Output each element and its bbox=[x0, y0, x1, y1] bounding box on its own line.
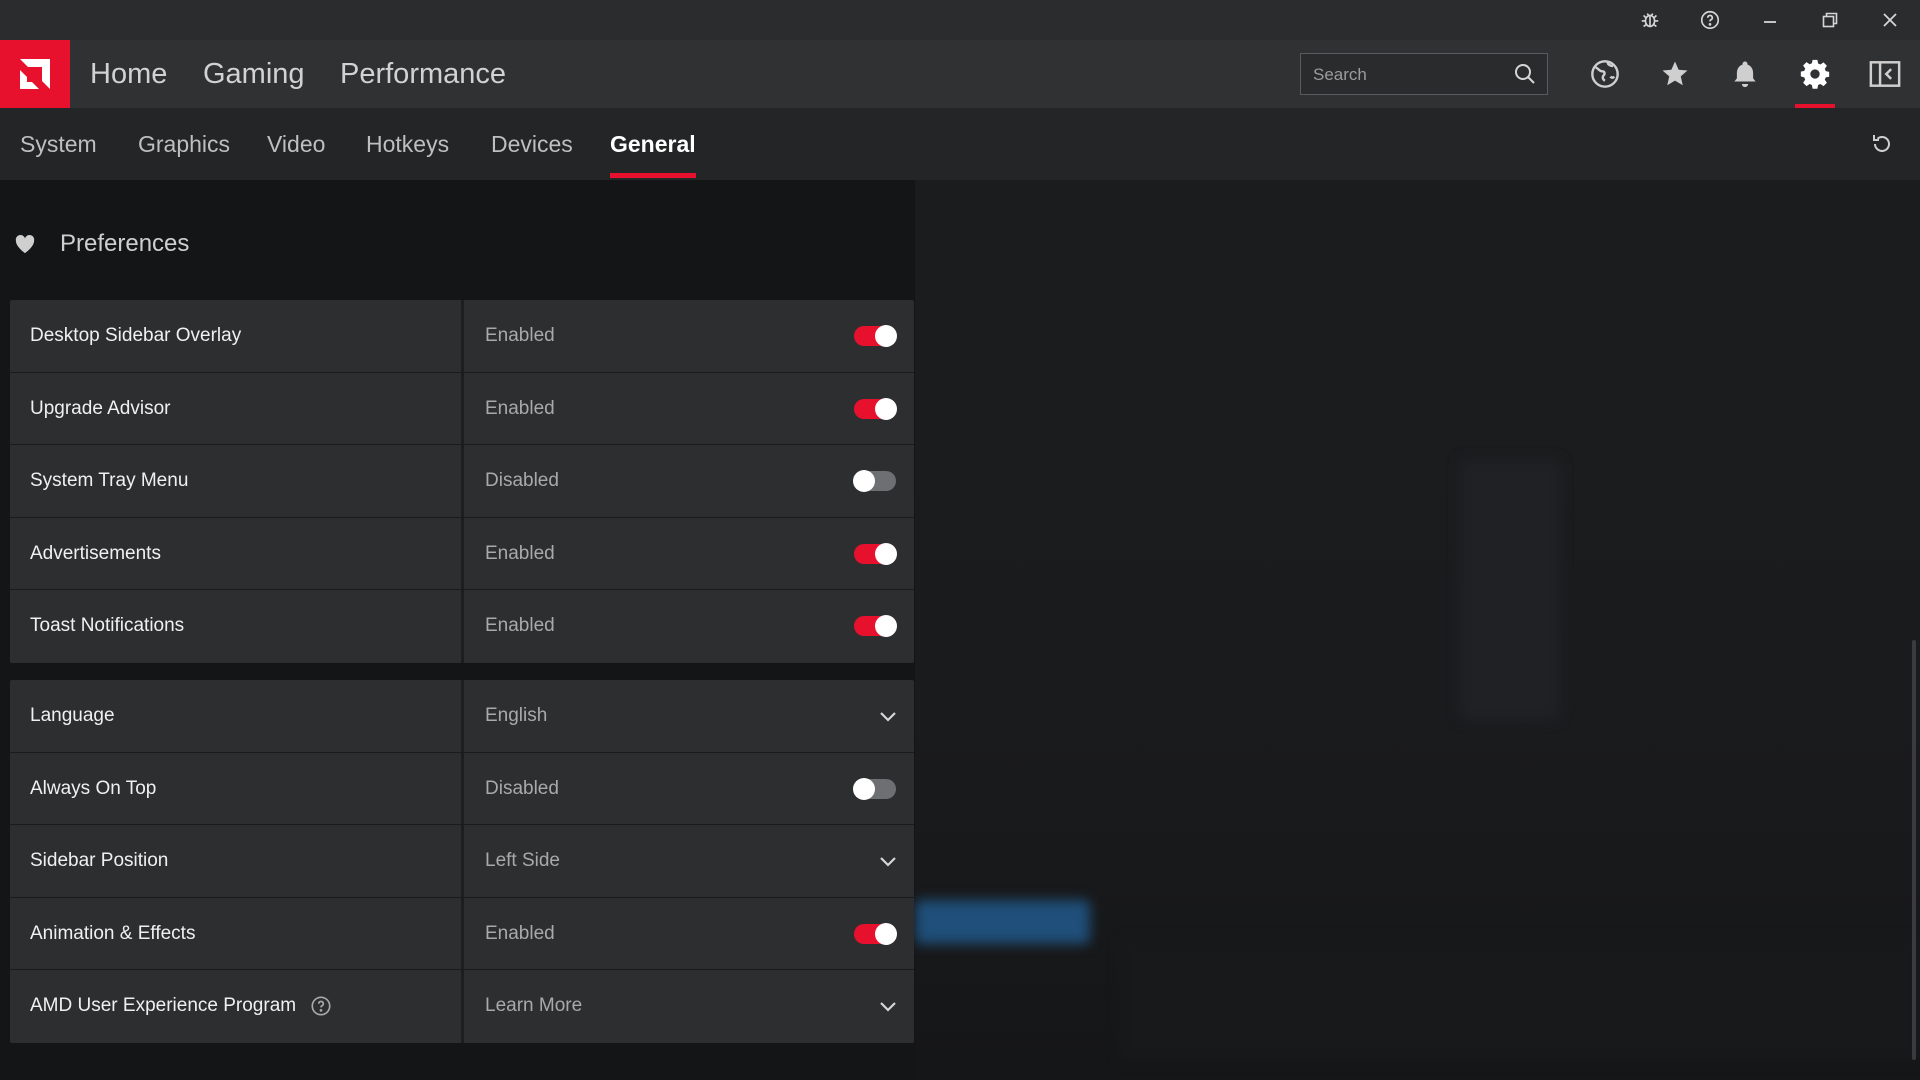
heart-icon bbox=[15, 234, 35, 254]
setting-label: System Tray Menu bbox=[30, 470, 189, 491]
minimize-icon[interactable] bbox=[1740, 0, 1800, 40]
nav-gaming[interactable]: Gaming bbox=[203, 40, 305, 108]
setting-label: AMD User Experience Program bbox=[30, 995, 297, 1016]
setting-row-advertisements: Advertisements Enabled bbox=[10, 517, 914, 590]
toast-notifications-toggle[interactable] bbox=[854, 615, 897, 637]
help-icon[interactable] bbox=[1680, 0, 1740, 40]
tab-graphics[interactable]: Graphics bbox=[138, 108, 230, 180]
setting-row-always-on-top: Always On Top Disabled bbox=[10, 752, 914, 825]
search-icon[interactable] bbox=[1513, 62, 1537, 86]
advertisements-toggle[interactable] bbox=[854, 542, 897, 565]
title-bar bbox=[0, 0, 1920, 40]
preferences-header: Preferences bbox=[0, 222, 189, 266]
sidebar-panel-icon[interactable] bbox=[1857, 40, 1913, 108]
upgrade-advisor-toggle[interactable] bbox=[854, 397, 897, 420]
setting-value: Enabled bbox=[485, 397, 555, 419]
setting-row-sidebar-position[interactable]: Sidebar Position Left Side bbox=[10, 825, 914, 898]
tab-hotkeys[interactable]: Hotkeys bbox=[366, 108, 449, 180]
setting-row-toast-notifications: Toast Notifications Enabled bbox=[10, 590, 914, 663]
restore-icon[interactable] bbox=[1800, 0, 1860, 40]
setting-label-with-help: AMD User Experience Program bbox=[30, 970, 332, 1042]
chevron-down-icon[interactable] bbox=[876, 849, 900, 873]
desktop-sidebar-overlay-toggle[interactable] bbox=[854, 325, 897, 347]
nav-performance[interactable]: Performance bbox=[340, 40, 506, 108]
always-on-top-toggle[interactable] bbox=[853, 777, 896, 800]
setting-value: Disabled bbox=[485, 470, 559, 491]
preferences-group-general: Language English Always On Top Disabled … bbox=[10, 680, 914, 1043]
amd-logo[interactable] bbox=[0, 40, 70, 108]
nav-home[interactable]: Home bbox=[90, 40, 167, 108]
setting-label: Language bbox=[30, 705, 115, 726]
background-panel bbox=[915, 180, 1920, 1080]
setting-label: Sidebar Position bbox=[30, 850, 169, 871]
setting-label: Toast Notifications bbox=[30, 615, 185, 636]
setting-label: Advertisements bbox=[30, 542, 161, 564]
sidebar-position-dropdown-value[interactable]: Left Side bbox=[485, 825, 560, 897]
setting-row-user-experience-program[interactable]: AMD User Experience Program Learn More bbox=[10, 970, 914, 1043]
sub-navigation: System Graphics Video Hotkeys Devices Ge… bbox=[0, 108, 1920, 180]
blurred-area bbox=[1120, 940, 1920, 1060]
chevron-down-icon[interactable] bbox=[876, 704, 900, 728]
setting-row-system-tray-menu: System Tray Menu Disabled bbox=[10, 445, 914, 518]
close-icon[interactable] bbox=[1860, 0, 1920, 40]
setting-label: Upgrade Advisor bbox=[30, 397, 171, 419]
bug-report-icon[interactable] bbox=[1620, 0, 1680, 40]
setting-value: Enabled bbox=[485, 615, 555, 636]
search-input[interactable] bbox=[1311, 54, 1505, 96]
blurred-block bbox=[1460, 460, 1560, 720]
search-box bbox=[1300, 53, 1548, 96]
setting-label: Desktop Sidebar Overlay bbox=[30, 325, 242, 346]
blurred-button bbox=[915, 900, 1090, 944]
chevron-down-icon[interactable] bbox=[876, 994, 900, 1018]
animation-effects-toggle[interactable] bbox=[854, 922, 897, 945]
setting-value: Enabled bbox=[485, 922, 555, 944]
system-tray-menu-toggle[interactable] bbox=[853, 470, 896, 492]
preferences-group-toggles: Desktop Sidebar Overlay Enabled Upgrade … bbox=[10, 300, 914, 663]
learn-more-dropdown-value[interactable]: Learn More bbox=[485, 970, 582, 1042]
setting-row-language[interactable]: Language English bbox=[10, 680, 914, 753]
scrollbar[interactable] bbox=[1912, 640, 1916, 1060]
setting-value: Disabled bbox=[485, 777, 559, 799]
setting-row-animation-effects: Animation & Effects Enabled bbox=[10, 897, 914, 970]
main-navigation: Home Gaming Performance bbox=[0, 40, 1920, 108]
setting-value: Enabled bbox=[485, 542, 555, 564]
favorites-star-icon[interactable] bbox=[1647, 40, 1703, 108]
tab-general[interactable]: General bbox=[610, 108, 696, 180]
tab-system[interactable]: System bbox=[20, 108, 97, 180]
setting-label: Animation & Effects bbox=[30, 922, 196, 944]
setting-row-upgrade-advisor: Upgrade Advisor Enabled bbox=[10, 372, 914, 445]
settings-gear-icon[interactable] bbox=[1787, 40, 1843, 108]
preferences-title: Preferences bbox=[60, 230, 190, 257]
reset-icon[interactable] bbox=[1866, 128, 1898, 160]
setting-label: Always On Top bbox=[30, 777, 157, 799]
setting-row-desktop-sidebar-overlay: Desktop Sidebar Overlay Enabled bbox=[10, 300, 914, 373]
globe-icon[interactable] bbox=[1577, 40, 1633, 108]
setting-value: Enabled bbox=[485, 325, 555, 346]
notifications-bell-icon[interactable] bbox=[1717, 40, 1773, 108]
tab-devices[interactable]: Devices bbox=[491, 108, 573, 180]
language-dropdown-value[interactable]: English bbox=[485, 680, 547, 752]
tab-video[interactable]: Video bbox=[267, 108, 325, 180]
help-icon[interactable] bbox=[310, 995, 332, 1017]
